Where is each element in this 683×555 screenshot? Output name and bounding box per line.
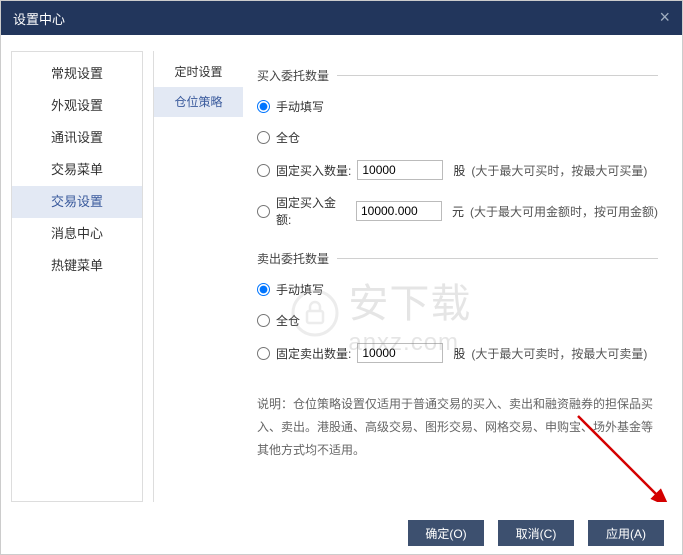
nav-trade-settings[interactable]: 交易设置 xyxy=(12,186,142,218)
sub-nav: 定时设置 仓位策略 xyxy=(153,51,243,502)
titlebar: 设置中心 × xyxy=(1,1,682,35)
buy-fixed-qty-radio[interactable] xyxy=(257,164,270,177)
buy-section-title: 买入委托数量 xyxy=(257,67,658,84)
nav-network[interactable]: 通讯设置 xyxy=(12,122,142,154)
sell-fixed-qty-unit: 股 xyxy=(453,345,465,362)
sell-full-option[interactable]: 全仓 xyxy=(257,312,658,329)
buy-manual-option[interactable]: 手动填写 xyxy=(257,98,658,115)
buy-manual-radio[interactable] xyxy=(257,100,270,113)
sell-full-radio[interactable] xyxy=(257,314,270,327)
window-body: 常规设置 外观设置 通讯设置 交易菜单 交易设置 消息中心 热键菜单 定时设置 … xyxy=(1,35,682,512)
nav-hotkeys[interactable]: 热键菜单 xyxy=(12,250,142,282)
notes: 说明：仓位策略设置仅适用于普通交易的买入、卖出和融资融券的担保品买入、卖出。港股… xyxy=(257,393,658,461)
buy-fixed-amt-option[interactable]: 固定买入金额: 元 (大于最大可用金额时，按可用金额) xyxy=(257,194,658,228)
buy-fixed-amt-radio[interactable] xyxy=(257,205,270,218)
buy-fixed-qty-unit: 股 xyxy=(453,162,465,179)
sell-manual-option[interactable]: 手动填写 xyxy=(257,281,658,298)
subnav-timer[interactable]: 定时设置 xyxy=(154,57,243,87)
buy-fixed-qty-option[interactable]: 固定买入数量: 股 (大于最大可买时，按最大可买量) xyxy=(257,160,658,180)
nav-messages[interactable]: 消息中心 xyxy=(12,218,142,250)
buy-fixed-amt-unit: 元 xyxy=(452,203,464,220)
buy-fixed-amt-input[interactable] xyxy=(356,201,442,221)
buy-fixed-amt-hint: (大于最大可用金额时，按可用金额) xyxy=(470,203,658,220)
sell-manual-radio[interactable] xyxy=(257,283,270,296)
subnav-position[interactable]: 仓位策略 xyxy=(154,87,243,117)
nav-general[interactable]: 常规设置 xyxy=(12,58,142,90)
sell-fixed-qty-option[interactable]: 固定卖出数量: 股 (大于最大可卖时，按最大可卖量) xyxy=(257,343,658,363)
nav-trade-menu[interactable]: 交易菜单 xyxy=(12,154,142,186)
buy-fixed-amt-label: 固定买入金额: xyxy=(276,194,350,228)
buy-full-label: 全仓 xyxy=(276,129,300,146)
buy-full-radio[interactable] xyxy=(257,131,270,144)
ok-button[interactable]: 确定(O) xyxy=(408,520,484,546)
sell-manual-label: 手动填写 xyxy=(276,281,324,298)
sell-fixed-qty-hint: (大于最大可卖时，按最大可卖量) xyxy=(471,345,647,362)
sell-fixed-qty-label: 固定卖出数量: xyxy=(276,345,351,362)
buy-fixed-qty-label: 固定买入数量: xyxy=(276,162,351,179)
main-panel: 安下载 anxz.com 买入委托数量 手动填写 全仓 固定买入数量: 股 (大 xyxy=(243,51,672,502)
sell-fixed-qty-radio[interactable] xyxy=(257,347,270,360)
buy-title-label: 买入委托数量 xyxy=(257,67,329,84)
nav-appearance[interactable]: 外观设置 xyxy=(12,90,142,122)
cancel-button[interactable]: 取消(C) xyxy=(498,520,574,546)
footer: 确定(O) 取消(C) 应用(A) xyxy=(1,512,682,554)
settings-window: 设置中心 × 常规设置 外观设置 通讯设置 交易菜单 交易设置 消息中心 热键菜… xyxy=(0,0,683,555)
close-icon[interactable]: × xyxy=(659,7,670,28)
buy-fixed-qty-input[interactable] xyxy=(357,160,443,180)
apply-button[interactable]: 应用(A) xyxy=(588,520,664,546)
sell-title-label: 卖出委托数量 xyxy=(257,250,329,267)
sell-section-title: 卖出委托数量 xyxy=(257,250,658,267)
window-title: 设置中心 xyxy=(13,9,65,28)
left-nav: 常规设置 外观设置 通讯设置 交易菜单 交易设置 消息中心 热键菜单 xyxy=(11,51,143,502)
buy-full-option[interactable]: 全仓 xyxy=(257,129,658,146)
buy-fixed-qty-hint: (大于最大可买时，按最大可买量) xyxy=(471,162,647,179)
buy-manual-label: 手动填写 xyxy=(276,98,324,115)
sell-fixed-qty-input[interactable] xyxy=(357,343,443,363)
sell-full-label: 全仓 xyxy=(276,312,300,329)
